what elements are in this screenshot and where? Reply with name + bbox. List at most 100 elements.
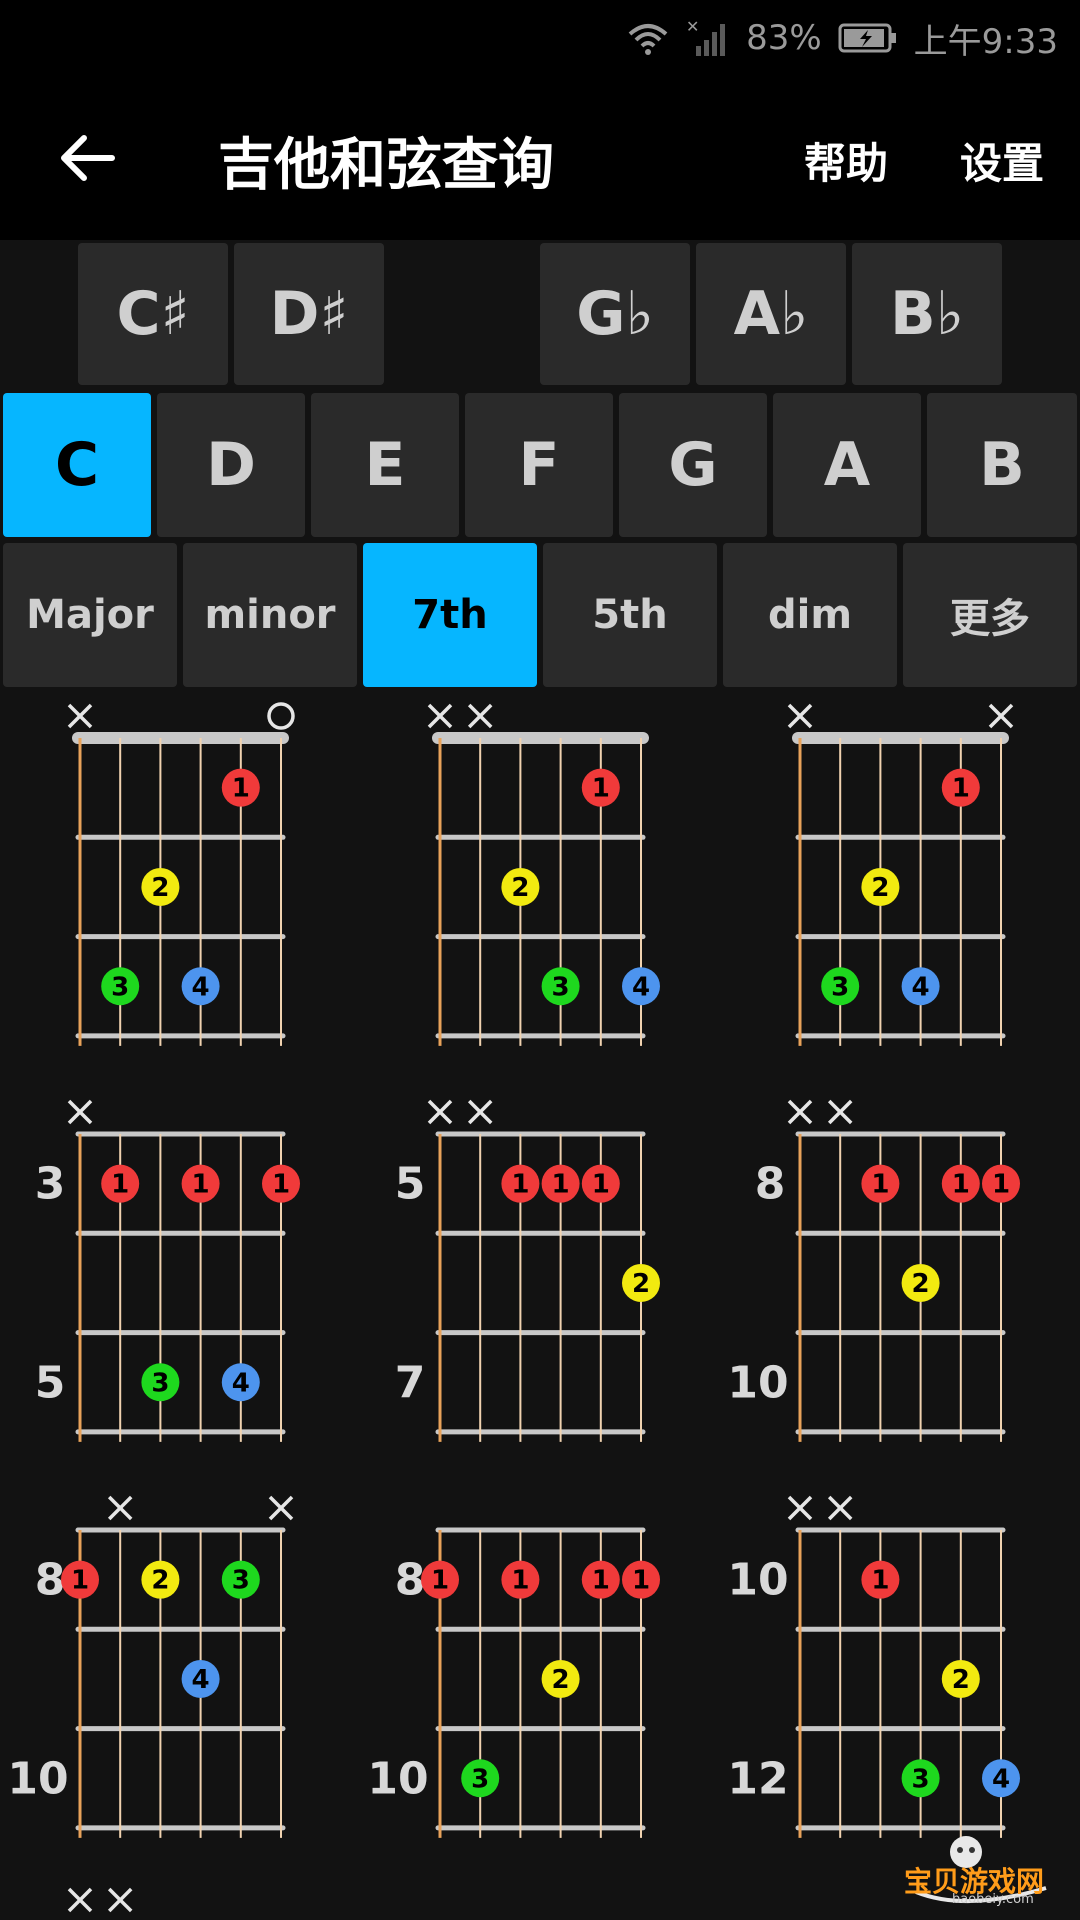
watermark: 宝贝游戏网 baobeiy.com	[896, 1830, 1066, 1910]
root-button-g[interactable]: G	[619, 393, 767, 537]
svg-text:2: 2	[151, 873, 169, 903]
fret-number-label: 10	[727, 1357, 788, 1408]
watermark-url: baobeiy.com	[952, 1892, 1034, 1907]
root-button-d[interactable]: D	[157, 393, 305, 537]
svg-text:1: 1	[511, 1566, 529, 1596]
fret-number-label: 12	[727, 1753, 788, 1804]
muted-string-mark	[107, 1887, 133, 1913]
finger-dot: 1	[421, 1560, 459, 1599]
svg-text:1: 1	[232, 774, 250, 804]
svg-text:1: 1	[592, 1170, 610, 1200]
svg-text:1: 1	[71, 1566, 89, 1596]
svg-text:1: 1	[992, 1170, 1010, 1200]
fret-number-label: 8	[35, 1555, 66, 1606]
finger-dot: 3	[101, 967, 140, 1006]
back-button[interactable]	[44, 116, 128, 200]
muted-string-mark	[67, 703, 93, 729]
battery-icon	[838, 23, 896, 53]
key-button-d-sharp[interactable]: D♯	[234, 243, 384, 385]
chord-diagram[interactable]: 1 2 3 4	[0, 696, 360, 1066]
chord-diagram[interactable]: 8101 2 34	[0, 1488, 360, 1858]
help-button[interactable]: 帮助	[804, 130, 888, 191]
svg-text:4: 4	[192, 972, 210, 1002]
status-bar: ✕ 83% 上午9:33	[0, 0, 1080, 76]
finger-dot: 1	[622, 1560, 660, 1599]
finger-dot: 1	[861, 1164, 900, 1203]
finger-dot: 2	[141, 867, 180, 906]
svg-text:1: 1	[431, 1566, 449, 1596]
svg-text:3: 3	[552, 972, 570, 1002]
svg-text:3: 3	[912, 1764, 930, 1794]
chord-diagram[interactable]: 1 2 3 4	[360, 696, 720, 1066]
key-button-a-flat[interactable]: A♭	[696, 243, 846, 385]
root-button-a[interactable]: A	[773, 393, 921, 537]
chord-diagram[interactable]: 8101 1 12	[720, 1092, 1080, 1462]
arrow-left-icon	[61, 135, 115, 181]
app-bar: 吉他和弦查询 帮助 设置	[0, 76, 1080, 240]
finger-dot: 1	[501, 1560, 540, 1599]
svg-text:1: 1	[871, 1566, 889, 1596]
key-button-b-flat[interactable]: B♭	[852, 243, 1002, 385]
signal-icon: ✕	[686, 18, 726, 56]
finger-dot: 2	[541, 1659, 580, 1698]
finger-dot: 1	[61, 1560, 99, 1599]
settings-button[interactable]: 设置	[960, 130, 1044, 191]
battery-percent: 83%	[746, 18, 822, 58]
svg-text:1: 1	[111, 1170, 129, 1200]
muted-string-mark	[107, 1495, 133, 1521]
type-button-7th[interactable]: 7th	[363, 543, 537, 687]
svg-text:2: 2	[632, 1269, 650, 1299]
chord-diagram[interactable]: 8101 1 1 123	[360, 1488, 720, 1858]
finger-dot: 1	[941, 1164, 980, 1203]
finger-dot: 3	[141, 1363, 180, 1402]
finger-dot: 2	[141, 1560, 180, 1599]
chord-diagram[interactable]: 1012123 4	[720, 1488, 1080, 1858]
chord-diagram[interactable]: 1 2 3 4	[720, 696, 1080, 1066]
svg-text:1: 1	[952, 1170, 970, 1200]
finger-dot: 4	[221, 1363, 260, 1402]
svg-text:3: 3	[111, 972, 129, 1002]
root-button-b[interactable]: B	[927, 393, 1077, 537]
root-button-e[interactable]: E	[311, 393, 459, 537]
status-time: 上午9:33	[913, 21, 1058, 62]
fret-number-label: 10	[7, 1753, 68, 1804]
finger-dot: 1	[262, 1164, 300, 1203]
wifi-icon	[628, 24, 668, 55]
fret-number-label: 5	[35, 1357, 66, 1408]
finger-dot: 4	[982, 1759, 1020, 1798]
muted-string-mark	[67, 1099, 93, 1125]
svg-text:2: 2	[952, 1665, 970, 1695]
finger-dot: 3	[821, 967, 860, 1006]
chord-diagram[interactable]: 3 5 1 1 1 3 4	[0, 1092, 360, 1462]
root-button-c[interactable]: C	[3, 393, 151, 537]
svg-text:✕: ✕	[686, 18, 699, 36]
chord-diagram[interactable]: 571 1 12	[360, 1092, 720, 1462]
svg-text:1: 1	[592, 1566, 610, 1596]
key-button-g-flat[interactable]: G♭	[540, 243, 690, 385]
key-button-c-sharp[interactable]: C♯	[78, 243, 228, 385]
svg-text:2: 2	[511, 873, 529, 903]
type-button-5th[interactable]: 5th	[543, 543, 717, 687]
finger-dot: 1	[181, 1164, 220, 1203]
svg-text:3: 3	[831, 972, 849, 1002]
finger-dot: 2	[501, 867, 540, 906]
finger-dot: 1	[581, 1164, 620, 1203]
type-button-minor[interactable]: minor	[183, 543, 357, 687]
finger-dot: 2	[901, 1263, 940, 1302]
fret-number-label: 7	[395, 1357, 426, 1408]
svg-text:1: 1	[592, 774, 610, 804]
fret-number-label: 10	[367, 1753, 428, 1804]
finger-dot: 1	[982, 1164, 1020, 1203]
finger-dot: 1	[941, 768, 980, 807]
svg-text:2: 2	[912, 1269, 930, 1299]
svg-text:1: 1	[871, 1170, 889, 1200]
svg-text:1: 1	[272, 1170, 290, 1200]
type-button-more[interactable]: 更多	[903, 543, 1077, 687]
svg-text:1: 1	[552, 1170, 570, 1200]
svg-text:4: 4	[232, 1368, 250, 1398]
root-button-f[interactable]: F	[465, 393, 613, 537]
svg-text:1: 1	[192, 1170, 210, 1200]
type-button-dim[interactable]: dim	[723, 543, 897, 687]
svg-text:1: 1	[952, 774, 970, 804]
type-button-major[interactable]: Major	[3, 543, 177, 687]
